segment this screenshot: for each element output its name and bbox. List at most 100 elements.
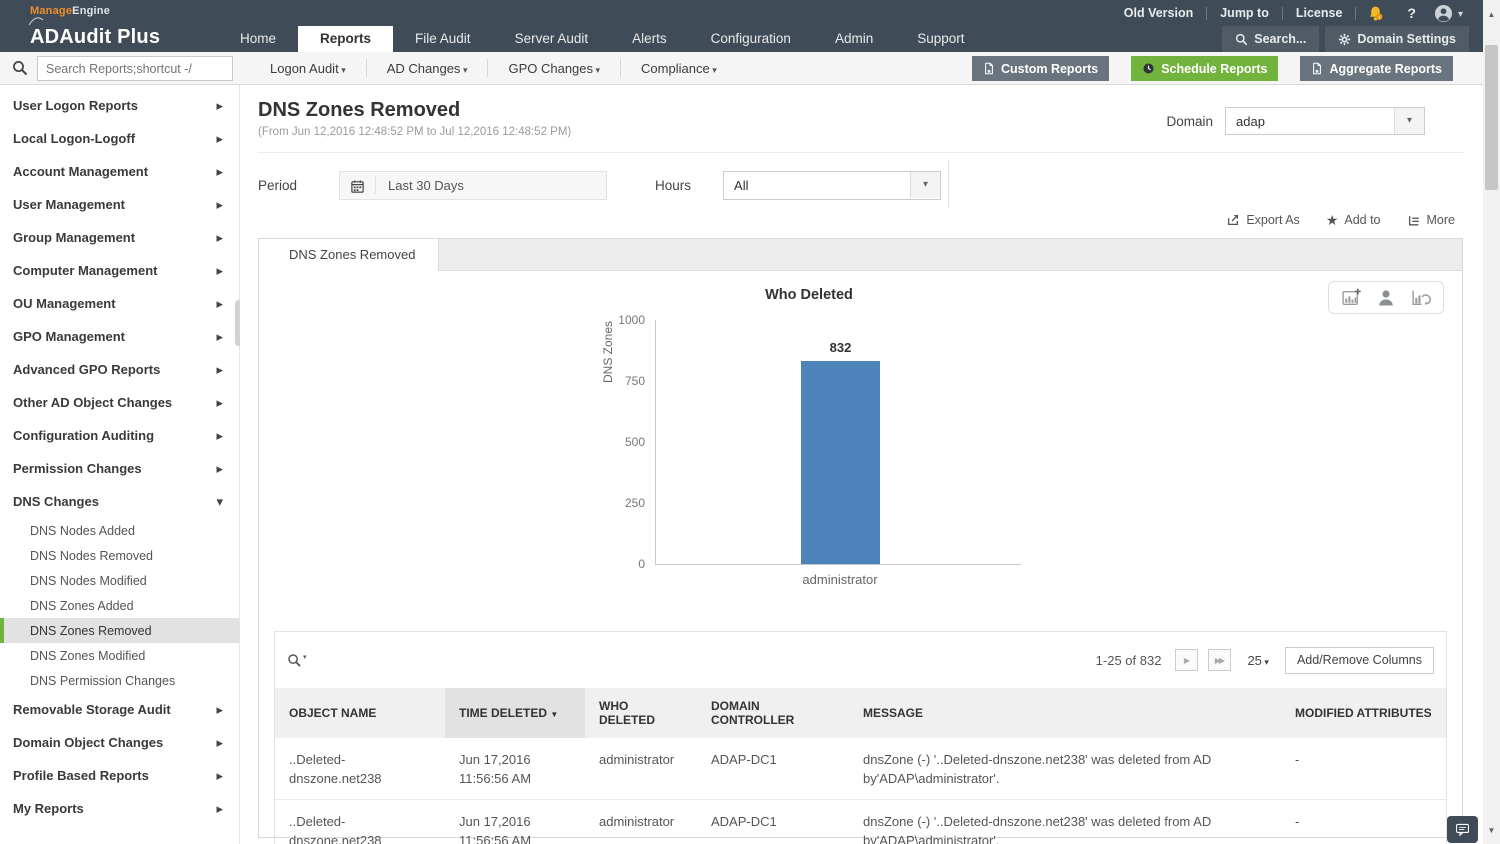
notifications-bell-icon[interactable]: !	[1356, 5, 1395, 22]
pagination: 1-25 of 832 ▶ ▶▶ 25 Add/Remove Columns	[1096, 646, 1434, 674]
report-search-input[interactable]	[37, 56, 233, 81]
chart-plot-area: 832	[655, 320, 1021, 565]
custom-reports-button[interactable]: Custom Reports	[971, 56, 1110, 81]
chart-bar-administrator[interactable]: 832	[801, 340, 880, 564]
chevron-right-icon	[216, 97, 223, 115]
domain-label: Domain	[1166, 113, 1213, 129]
sidebar-item-computer-management[interactable]: Computer Management	[0, 254, 239, 287]
sidebar-item-dns-zones-added[interactable]: DNS Zones Added	[0, 593, 239, 618]
sidebar-item-ou-management[interactable]: OU Management	[0, 287, 239, 320]
table-toolbar: ▾ 1-25 of 832 ▶ ▶▶ 25 Add/Remove Columns	[275, 632, 1446, 688]
sidebar-item-domain-object-changes[interactable]: Domain Object Changes	[0, 726, 239, 759]
sidebar-item-dns-zones-modified[interactable]: DNS Zones Modified	[0, 643, 239, 668]
chevron-right-icon	[216, 734, 223, 752]
menu-ad-changes[interactable]: AD Changes	[367, 61, 488, 76]
nav-file-audit[interactable]: File Audit	[393, 26, 493, 52]
avatar-icon	[1434, 4, 1453, 22]
sidebar-item-my-reports[interactable]: My Reports	[0, 792, 239, 825]
scroll-down-arrow-icon[interactable]: ▼	[1483, 822, 1500, 840]
sidebar-item-dns-zones-removed[interactable]: DNS Zones Removed	[0, 618, 239, 643]
report-search-icon[interactable]	[12, 60, 28, 76]
schedule-reports-button[interactable]: Schedule Reports	[1131, 56, 1279, 81]
nav-alerts[interactable]: Alerts	[610, 26, 689, 52]
domain-settings-button[interactable]: Domain Settings	[1325, 26, 1469, 52]
sidebar-item-configuration-auditing[interactable]: Configuration Auditing	[0, 419, 239, 452]
sidebar-item-removable-storage-audit[interactable]: Removable Storage Audit	[0, 693, 239, 726]
next-page-button[interactable]: ▶	[1175, 649, 1199, 671]
sidebar-item-dns-changes[interactable]: DNS Changes	[0, 485, 239, 518]
sidebar-item-other-ad-object-changes[interactable]: Other AD Object Changes	[0, 386, 239, 419]
chevron-right-icon	[216, 163, 223, 181]
add-to-link[interactable]: ★ Add to	[1326, 213, 1381, 227]
chevron-right-icon	[216, 295, 223, 313]
menu-logon-audit[interactable]: Logon Audit	[250, 61, 366, 76]
chevron-right-icon	[216, 427, 223, 445]
reports-toolbar: Logon Audit AD Changes GPO Changes Compl…	[0, 52, 1483, 85]
chart-toolbar	[1328, 281, 1444, 314]
menu-gpo-changes[interactable]: GPO Changes	[488, 61, 620, 76]
nav-server-audit[interactable]: Server Audit	[493, 26, 611, 52]
table-search-icon[interactable]: ▾	[287, 653, 307, 668]
sidebar-item-dns-permission-changes[interactable]: DNS Permission Changes	[0, 668, 239, 693]
sidebar-item-profile-based-reports[interactable]: Profile Based Reports	[0, 759, 239, 792]
hours-select[interactable]: All	[723, 170, 942, 200]
scroll-up-arrow-icon[interactable]: ▲	[1483, 6, 1500, 24]
document-icon	[985, 62, 993, 75]
header-actions: Search... Domain Settings	[1222, 26, 1469, 52]
sidebar-item-advanced-gpo-reports[interactable]: Advanced GPO Reports	[0, 353, 239, 386]
scrollbar-thumb[interactable]	[1485, 45, 1498, 190]
chart-reload-icon[interactable]	[1410, 287, 1431, 308]
sidebar-item-permission-changes[interactable]: Permission Changes	[0, 452, 239, 485]
sidebar-item-dns-nodes-removed[interactable]: DNS Nodes Removed	[0, 543, 239, 568]
period-picker[interactable]: Last 30 Days	[339, 170, 608, 200]
sidebar-item-dns-nodes-added[interactable]: DNS Nodes Added	[0, 518, 239, 543]
nav-configuration[interactable]: Configuration	[689, 26, 813, 52]
col-message[interactable]: MESSAGE	[849, 688, 1281, 738]
sidebar-item-user-logon-reports[interactable]: User Logon Reports	[0, 89, 239, 122]
nav-reports[interactable]: Reports	[298, 26, 394, 52]
page-size-select[interactable]: 25	[1247, 653, 1269, 668]
add-remove-columns-button[interactable]: Add/Remove Columns	[1284, 646, 1434, 674]
aggregate-reports-button[interactable]: Aggregate Reports	[1300, 56, 1453, 81]
sidebar-item-dns-nodes-modified[interactable]: DNS Nodes Modified	[0, 568, 239, 593]
domain-select[interactable]: adap	[1225, 107, 1425, 135]
chevron-right-icon	[216, 460, 223, 478]
nav-home[interactable]: Home	[218, 26, 298, 52]
chart-add-icon[interactable]	[1341, 287, 1362, 308]
global-search-button[interactable]: Search...	[1222, 26, 1320, 52]
last-page-button[interactable]: ▶▶	[1208, 649, 1232, 671]
nav-support[interactable]: Support	[895, 26, 986, 52]
chat-feedback-button[interactable]	[1447, 816, 1478, 843]
col-modified-attributes[interactable]: MODIFIED ATTRIBUTES	[1281, 688, 1446, 738]
sidebar-item-user-management[interactable]: User Management	[0, 188, 239, 221]
speech-bubble-icon	[1455, 823, 1470, 837]
more-link[interactable]: More	[1407, 213, 1455, 227]
account-menu[interactable]	[1428, 4, 1469, 23]
help-button[interactable]: ?	[1395, 5, 1428, 21]
sidebar-item-group-management[interactable]: Group Management	[0, 221, 239, 254]
chevron-down-icon	[1394, 108, 1424, 134]
col-time-deleted[interactable]: TIME DELETED ▼	[445, 688, 585, 738]
export-as-link[interactable]: Export As	[1226, 213, 1300, 227]
nav-admin[interactable]: Admin	[813, 26, 895, 52]
chevron-right-icon	[216, 196, 223, 214]
col-who-deleted[interactable]: WHO DELETED	[585, 688, 697, 738]
sidebar-item-local-logon-logoff[interactable]: Local Logon-Logoff	[0, 122, 239, 155]
sidebar-item-account-management[interactable]: Account Management	[0, 155, 239, 188]
tab-dns-zones-removed[interactable]: DNS Zones Removed	[259, 239, 439, 271]
license-link[interactable]: License	[1283, 0, 1356, 26]
old-version-link[interactable]: Old Version	[1111, 0, 1206, 26]
col-object-name[interactable]: OBJECT NAME	[275, 688, 445, 738]
vertical-scrollbar[interactable]: ▲ ▼	[1483, 0, 1500, 844]
col-domain-controller[interactable]: DOMAIN CONTROLLER	[697, 688, 849, 738]
menu-compliance[interactable]: Compliance	[621, 61, 737, 76]
report-content-box: DNS Zones Removed Who Deleted DNS Zones …	[258, 238, 1463, 844]
chevron-right-icon	[216, 701, 223, 719]
sort-desc-icon: ▼	[550, 710, 559, 719]
chart-who-person-icon[interactable]	[1376, 287, 1396, 308]
jump-to-link[interactable]: Jump to	[1207, 0, 1282, 26]
chevron-right-icon	[216, 767, 223, 785]
sidebar-item-gpo-management[interactable]: GPO Management	[0, 320, 239, 353]
header: ManageEngine ADAudit Plus Old Version Ju…	[0, 0, 1483, 52]
report-action-buttons: Custom Reports Schedule Reports Aggregat…	[971, 56, 1453, 81]
